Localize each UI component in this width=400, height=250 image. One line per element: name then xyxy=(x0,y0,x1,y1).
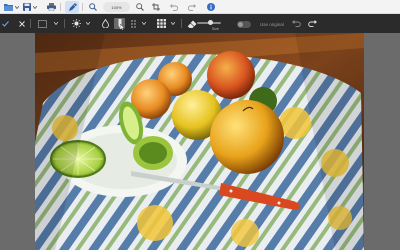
main-toolbar: 100% xyxy=(0,0,400,14)
zoom-in-icon[interactable] xyxy=(87,1,98,13)
folder-icon[interactable] xyxy=(2,1,14,13)
fruit-photo[interactable] xyxy=(35,33,364,250)
edit-pen-icon[interactable] xyxy=(65,1,79,13)
chevron-down-icon[interactable] xyxy=(169,18,176,29)
toolbar-divider xyxy=(181,19,182,28)
undo-edit-icon[interactable] xyxy=(290,18,302,29)
size-slider-handle[interactable] xyxy=(208,20,213,25)
chevron-down-icon[interactable] xyxy=(140,18,147,29)
grid-icon[interactable] xyxy=(155,18,167,29)
print-icon[interactable] xyxy=(46,1,57,13)
chevron-down-icon[interactable] xyxy=(84,18,91,29)
toolbar-divider xyxy=(30,19,31,28)
save-icon[interactable] xyxy=(21,1,32,13)
size-label: Size xyxy=(212,27,219,31)
toggle-knob xyxy=(238,22,243,27)
checkmark-icon[interactable] xyxy=(1,18,10,29)
zoom-level-field[interactable]: 100% xyxy=(103,2,130,12)
zoom-out-icon[interactable] xyxy=(134,1,145,13)
mouse-cursor-icon xyxy=(119,23,126,31)
toolbar-divider xyxy=(60,3,61,11)
chevron-down-icon[interactable] xyxy=(32,1,38,13)
dotted-brush-icon[interactable] xyxy=(129,18,138,29)
crop-icon[interactable] xyxy=(150,1,161,13)
image-canvas[interactable] xyxy=(0,33,400,250)
undo-icon[interactable] xyxy=(168,1,179,13)
info-icon[interactable] xyxy=(205,1,216,13)
chevron-down-icon[interactable] xyxy=(52,18,59,29)
redo-edit-icon[interactable] xyxy=(306,18,318,29)
close-icon[interactable] xyxy=(17,18,26,29)
toolbar-divider xyxy=(64,19,65,28)
selection-icon[interactable] xyxy=(36,18,48,29)
chevron-down-icon[interactable] xyxy=(14,1,20,13)
use-original-label: Use original xyxy=(260,22,284,27)
fruit-photo-art xyxy=(35,33,364,250)
redo-icon[interactable] xyxy=(186,1,197,13)
toolbar-divider xyxy=(82,3,83,11)
brightness-icon[interactable] xyxy=(70,18,82,29)
drop-icon[interactable] xyxy=(100,18,111,29)
